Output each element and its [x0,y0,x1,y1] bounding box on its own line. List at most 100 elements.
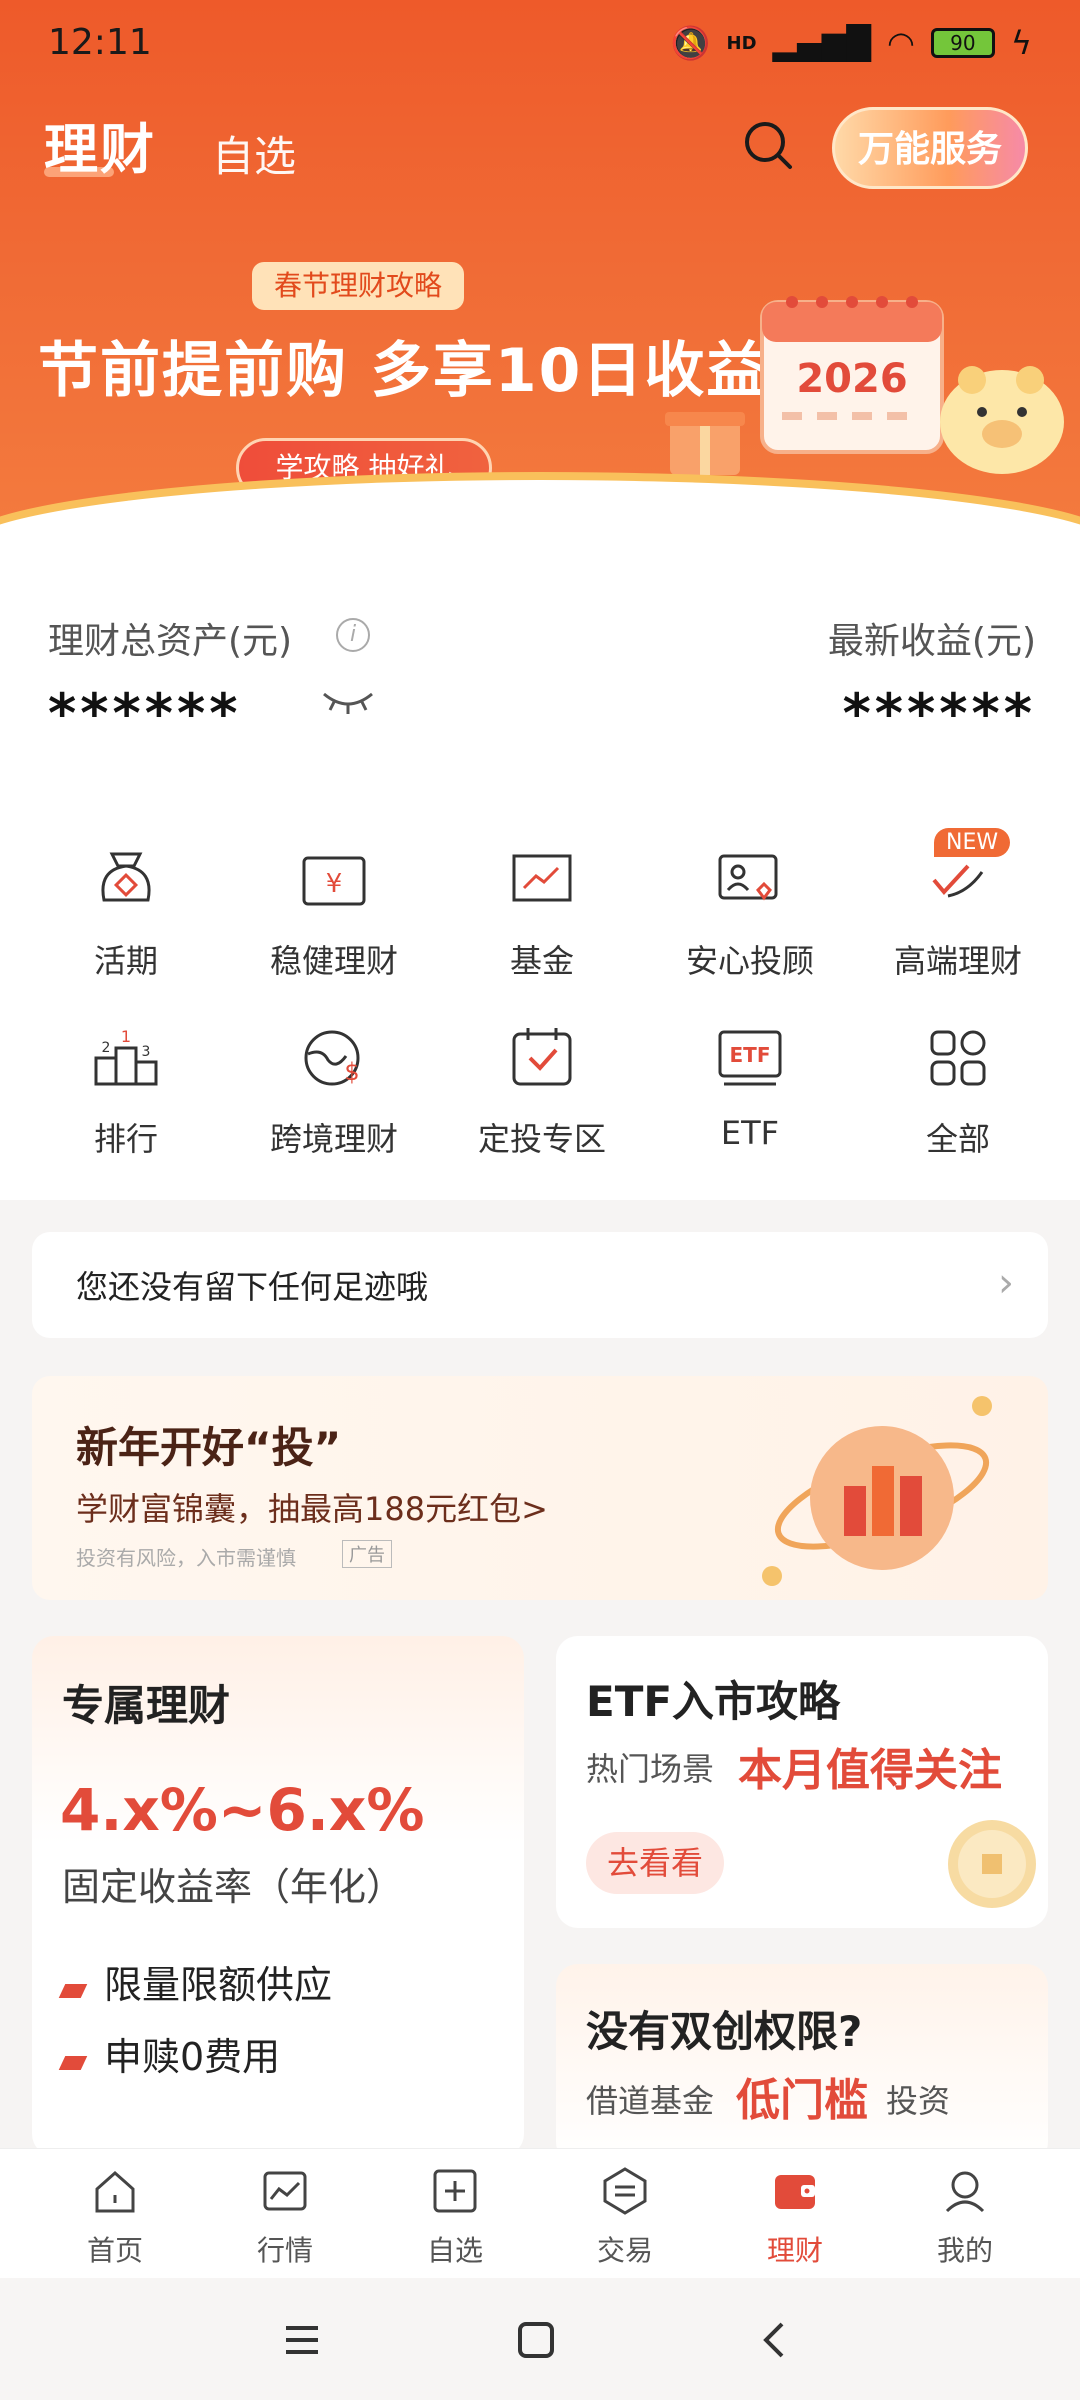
feature-item: 限量限额供应 [58,1954,333,2009]
asset-summary: 理财总资产(元) i ****** 最新收益(元) ****** [0,560,1080,770]
card-highlight: 本月值得关注 [738,1745,1002,1796]
tab-label: 行情 [256,2234,313,2267]
footprint-bar[interactable]: 您还没有留下任何足迹哦 › [32,1232,1048,1338]
grid-label: 排行 [93,1120,158,1158]
svg-text:$: $ [344,1058,359,1086]
podium-icon: 1 2 3 [94,1027,158,1086]
coin-illustration [948,1820,1036,1908]
grid-item-advisor[interactable]: 安心投顾 [642,840,858,1010]
svg-text:¥: ¥ [326,869,343,899]
view-button[interactable]: 去看看 [586,1832,724,1894]
grid-item-premium[interactable]: 高端理财 [850,840,1066,1010]
latest-income-value: ****** [842,682,1036,745]
eye-closed-icon[interactable] [318,680,378,720]
home-icon [95,2170,135,2213]
card-subtitle-end: 投资 [886,2082,951,2120]
trade-icon [603,2167,647,2215]
calendar-check-icon [512,1028,572,1086]
svg-text:3: 3 [142,1044,151,1060]
advisor-icon [718,854,778,901]
tab-watchlist-bottom[interactable]: 自选 [370,2163,540,2269]
chart-icon [512,854,572,902]
svg-text:1: 1 [121,1027,131,1046]
card-title: ETF入市攻略 [586,1677,841,1726]
charging-icon: ϟ [1010,24,1032,62]
back-icon[interactable] [752,2318,796,2362]
wallet-active-icon [775,2175,815,2209]
bag-icon [101,852,151,902]
grid-item-cross-border[interactable]: $ 跨境理财 [226,1018,442,1188]
card-subtitle: 借道基金 [586,2082,715,2120]
top-nav: 理财 自选 万能服务 [0,105,1080,195]
calendar-year: 2026 [796,356,907,402]
footprint-text: 您还没有留下任何足迹哦 [76,1268,429,1306]
grid-item-fund[interactable]: 基金 [434,840,650,1010]
tab-wealth-bottom[interactable]: 理财 [710,2163,880,2269]
ad-tag: 广告 [342,1540,392,1568]
new-badge: NEW [934,828,1011,857]
tab-trade[interactable]: 交易 [540,2163,710,2269]
grid-label: 定投专区 [477,1120,606,1158]
no-permission-fund-card[interactable]: 没有双创权限? 借道基金 低门槛 投资 [556,1964,1048,2164]
tab-wealth[interactable]: 理财 [44,105,156,184]
grid-item-all[interactable]: 全部 [850,1018,1066,1188]
tab-mine[interactable]: 我的 [880,2163,1050,2269]
add-icon [433,2169,477,2213]
total-assets-label: 理财总资产(元) [48,621,293,662]
svg-text:ETF: ETF [730,1043,771,1067]
exclusive-wealth-card[interactable]: 专属理财 4.x%~6.x% 固定收益率（年化） 限量限额供应 申赎0费用 [32,1636,524,2156]
grid-label: 跨境理财 [269,1120,398,1158]
bullet-mark [58,1984,88,1998]
tab-market[interactable]: 行情 [200,2163,370,2269]
system-nav-bar [0,2278,1080,2400]
universal-service-button[interactable]: 万能服务 [832,107,1028,189]
tab-label: 我的 [936,2234,993,2267]
banner-tag: 春节理财攻略 [252,262,465,310]
search-icon[interactable] [740,117,796,173]
feature-text: 限量限额供应 [104,1963,333,2007]
calendar-illustration: 2026 [760,296,944,454]
tab-label: 自选 [426,2234,483,2267]
tab-home[interactable]: 首页 [30,2163,200,2269]
feature-text: 申赎0费用 [104,2035,281,2079]
status-time: 12:11 [48,22,152,63]
etf-icon: ETF [718,1030,782,1086]
grid-icon [930,1030,986,1086]
function-grid: 活期 ¥ 稳健理财 基金 安心投顾 高端理财 NEW 1 2 3 排行 $ 跨境… [0,770,1080,1200]
card-highlight: 低门槛 [736,2075,868,2126]
etf-guide-card[interactable]: ETF入市攻略 热门场景 本月值得关注 去看看 [556,1636,1048,1928]
ad-card[interactable]: 新年开好“投” 学财富锦囊，抽最高188元红包> 投资有风险，入市需谨慎 广告 [32,1376,1048,1600]
card-title: 没有双创权限? [586,2007,863,2056]
info-icon[interactable]: i [336,618,370,652]
ad-subtitle[interactable]: 学财富锦囊，抽最高188元红包> [76,1484,548,1530]
chevron-right-icon: › [998,1260,1014,1306]
wifi-icon: ◠ [886,24,915,62]
status-bar: 12:11 🔕 HD ▂▄▆█ ◠ 90 ϟ [0,0,1080,90]
user-icon [945,2171,985,2213]
tab-label: 理财 [766,2234,823,2267]
globe-dollar-icon: $ [304,1030,360,1086]
menu-icon[interactable] [280,2318,324,2362]
grid-item-ranking[interactable]: 1 2 3 排行 [18,1018,234,1188]
coin-bar-illustration [762,1396,992,1586]
grid-label: 安心投顾 [685,942,814,980]
ad-disclaimer: 投资有风险，入市需谨慎 [76,1546,296,1570]
grid-label: 高端理财 [893,942,1022,980]
piggy-bank-illustration [940,366,1064,474]
grid-item-etf[interactable]: ETF ETF [642,1018,858,1188]
grid-label: 全部 [925,1120,990,1158]
total-assets-value: ****** [48,682,242,745]
bullet-mark [58,2056,88,2070]
ad-title: 新年开好“投” [76,1423,342,1472]
bottom-tab-bar: 首页 行情 自选 交易 理财 我的 [0,2148,1080,2278]
grid-item-stable-wealth[interactable]: ¥ 稳健理财 [226,840,442,1010]
tab-watchlist[interactable]: 自选 [212,123,296,184]
grid-item-demand[interactable]: 活期 [18,840,234,1010]
battery-indicator: 90 [930,28,995,58]
home-square-icon[interactable] [514,2318,558,2362]
banner-title: 节前提前购 多享10日收益 [38,336,769,406]
gift-illustration [665,412,745,475]
signal-icon: ▂▄▆█ [772,24,871,62]
tab-label: 首页 [86,2234,143,2267]
grid-item-fixed-investment[interactable]: 定投专区 [434,1018,650,1188]
